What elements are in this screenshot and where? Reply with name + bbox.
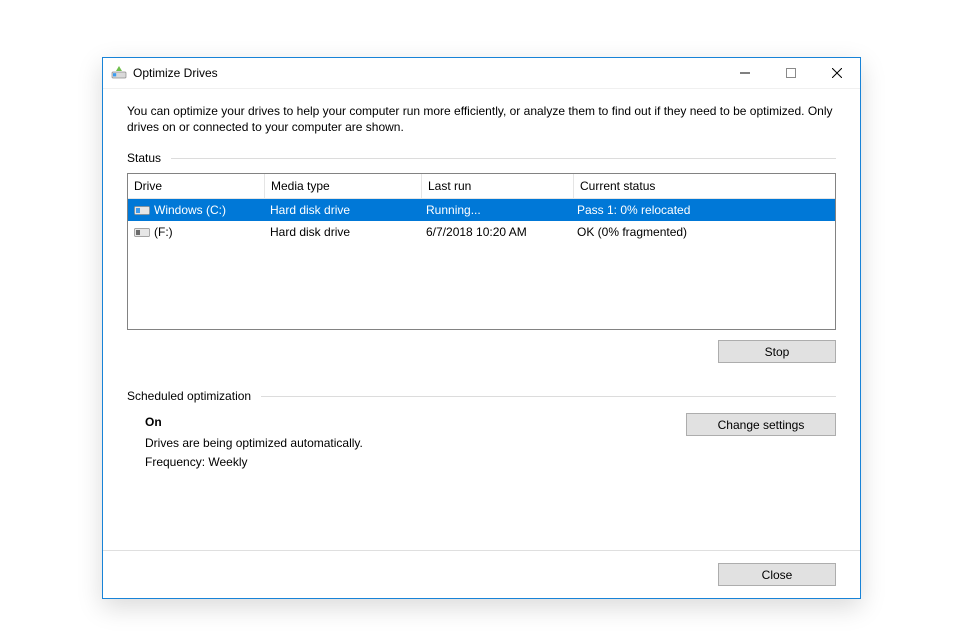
drive-cell-name: (F:) — [128, 225, 264, 239]
change-settings-button[interactable]: Change settings — [686, 413, 836, 436]
list-action-row: Stop — [127, 340, 836, 363]
scheduled-frequency: Frequency: Weekly — [145, 453, 686, 472]
window-title: Optimize Drives — [133, 66, 218, 80]
drive-cell-status: OK (0% fragmented) — [571, 225, 835, 239]
drive-cell-media: Hard disk drive — [264, 203, 420, 217]
drive-cell-status: Pass 1: 0% relocated — [571, 203, 835, 217]
minimize-button[interactable] — [722, 58, 768, 88]
app-icon — [111, 65, 127, 81]
close-window-button[interactable] — [814, 58, 860, 88]
scheduled-desc: Drives are being optimized automatically… — [145, 434, 686, 453]
drive-cell-last: Running... — [420, 203, 571, 217]
intro-text: You can optimize your drives to help you… — [127, 103, 836, 135]
drive-row[interactable]: Windows (C:) Hard disk driveRunning...Pas… — [128, 199, 835, 221]
drive-name-text: Windows (C:) — [154, 203, 226, 217]
scheduled-section-heading: Scheduled optimization — [127, 389, 836, 403]
drive-list-header: Drive Media type Last run Current status — [128, 174, 835, 199]
stop-button[interactable]: Stop — [718, 340, 836, 363]
close-button[interactable]: Close — [718, 563, 836, 586]
dialog-footer: Close — [103, 550, 860, 598]
drive-icon — [134, 226, 150, 238]
maximize-button[interactable] — [768, 58, 814, 88]
column-header-last[interactable]: Last run — [422, 174, 574, 198]
drive-cell-media: Hard disk drive — [264, 225, 420, 239]
scheduled-section: Scheduled optimization On Drives are bei… — [127, 389, 836, 471]
scheduled-text: On Drives are being optimized automatica… — [127, 413, 686, 471]
scheduled-label: Scheduled optimization — [127, 389, 251, 403]
column-header-status[interactable]: Current status — [574, 174, 835, 198]
scheduled-state: On — [145, 413, 686, 432]
column-header-drive[interactable]: Drive — [128, 174, 265, 198]
drive-cell-name: Windows (C:) — [128, 203, 264, 217]
divider — [171, 158, 836, 159]
drive-icon — [134, 204, 150, 216]
window-content: You can optimize your drives to help you… — [103, 89, 860, 550]
divider — [261, 396, 836, 397]
drive-cell-last: 6/7/2018 10:20 AM — [420, 225, 571, 239]
drive-row[interactable]: (F:) Hard disk drive6/7/2018 10:20 AMOK (… — [128, 221, 835, 243]
drive-name-text: (F:) — [154, 225, 173, 239]
optimize-drives-window: Optimize Drives You can optimize your dr… — [102, 57, 861, 599]
drive-list[interactable]: Drive Media type Last run Current status… — [127, 173, 836, 330]
titlebar: Optimize Drives — [103, 58, 860, 89]
status-label: Status — [127, 151, 161, 165]
column-header-media[interactable]: Media type — [265, 174, 422, 198]
status-section-heading: Status — [127, 151, 836, 165]
